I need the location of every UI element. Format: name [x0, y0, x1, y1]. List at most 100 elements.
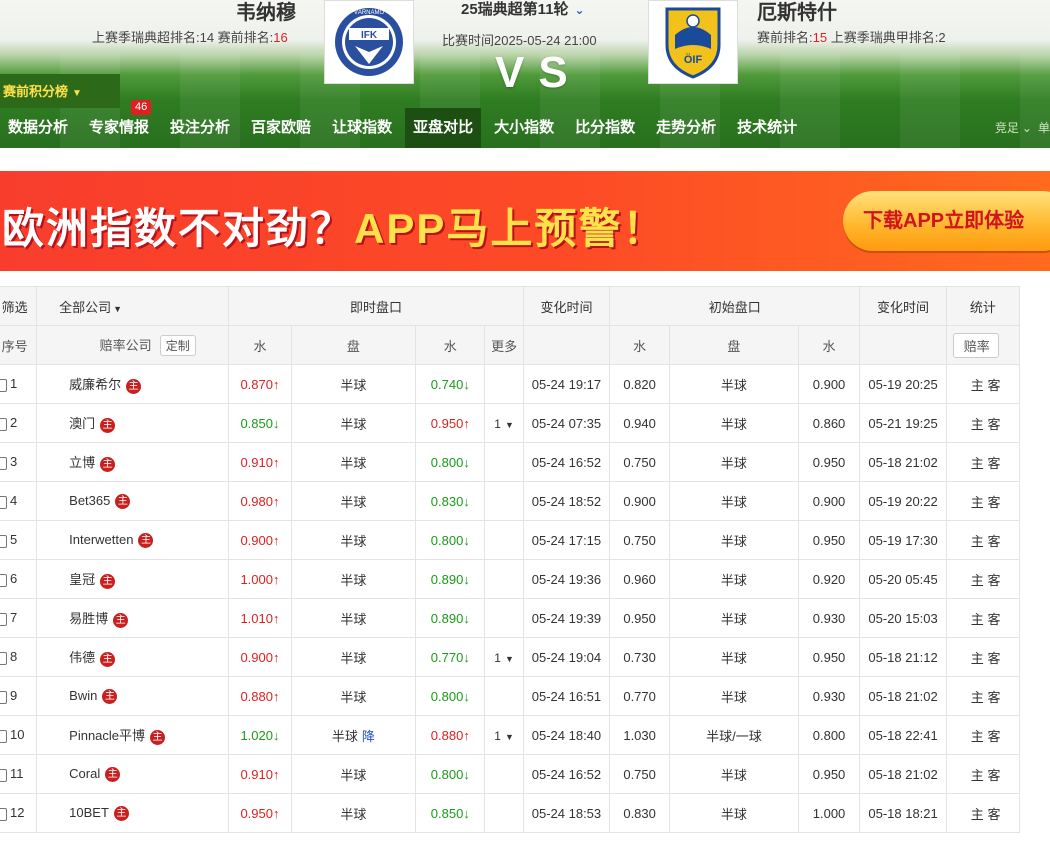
row-checkbox[interactable]	[0, 378, 7, 392]
live-change-time[interactable]: 05-24 17:15	[532, 533, 601, 548]
download-app-button[interactable]: 下载APP立即体验	[843, 191, 1050, 251]
live-change-time[interactable]: 05-24 19:39	[532, 611, 601, 626]
away-stats-link[interactable]: 客	[987, 573, 1000, 588]
init-change-time[interactable]: 05-18 21:02	[868, 767, 937, 782]
live-change-time[interactable]: 05-24 19:36	[532, 572, 601, 587]
home-stats-link[interactable]: 主	[971, 417, 984, 432]
live-home-water[interactable]: 0.950↑	[240, 806, 279, 821]
row-checkbox[interactable]	[0, 456, 7, 470]
home-stats-link[interactable]: 主	[971, 729, 984, 744]
away-stats-link[interactable]: 客	[987, 690, 1000, 705]
nav-tab-7[interactable]: 比分指数	[567, 108, 643, 148]
live-home-water[interactable]: 0.910↑	[240, 767, 279, 782]
nav-tab-2[interactable]: 投注分析	[162, 108, 238, 148]
app-promo-banner[interactable]: 欧洲指数不对劲？APP马上预警！ 下载APP立即体验	[0, 171, 1050, 271]
nav-tab-9[interactable]: 技术统计	[729, 108, 805, 148]
live-change-time[interactable]: 05-24 16:51	[532, 689, 601, 704]
more-dropdown[interactable]: 1 ▼	[494, 417, 514, 431]
row-checkbox[interactable]	[0, 807, 7, 821]
odds-stats-button[interactable]: 赔率	[952, 332, 999, 358]
live-home-water[interactable]: 1.020↓	[240, 728, 279, 743]
jingzu-link[interactable]: 竞足	[995, 121, 1019, 135]
home-stats-link[interactable]: 主	[971, 495, 984, 510]
nav-tab-0[interactable]: 数据分析	[0, 108, 76, 148]
nav-tab-4[interactable]: 让球指数	[324, 108, 400, 148]
live-away-water[interactable]: 0.950↑	[431, 416, 470, 431]
live-away-water[interactable]: 0.800↓	[431, 455, 470, 470]
company-filter-dropdown[interactable]: 全部公司 ▼	[59, 300, 122, 315]
away-stats-link[interactable]: 客	[987, 456, 1000, 471]
company-name[interactable]: 易胜博	[69, 611, 108, 626]
row-checkbox[interactable]	[0, 612, 7, 626]
live-away-water[interactable]: 0.880↑	[431, 728, 470, 743]
home-stats-link[interactable]: 主	[971, 690, 984, 705]
live-home-water[interactable]: 0.900↑	[240, 533, 279, 548]
init-change-time[interactable]: 05-19 20:25	[868, 377, 937, 392]
live-away-water[interactable]: 0.740↓	[431, 377, 470, 392]
company-name[interactable]: Pinnacle平博	[69, 728, 145, 743]
live-home-water[interactable]: 0.850↓	[240, 416, 279, 431]
init-change-time[interactable]: 05-19 20:22	[868, 494, 937, 509]
nav-tab-5[interactable]: 亚盘对比	[405, 108, 482, 148]
row-checkbox[interactable]	[0, 729, 7, 743]
live-change-time[interactable]: 05-24 07:35	[532, 416, 601, 431]
init-change-time[interactable]: 05-18 21:02	[868, 455, 937, 470]
live-home-water[interactable]: 0.900↑	[240, 650, 279, 665]
home-stats-link[interactable]: 主	[971, 768, 984, 783]
company-name[interactable]: Bwin	[69, 688, 97, 703]
away-stats-link[interactable]: 客	[987, 651, 1000, 666]
live-change-time[interactable]: 05-24 19:17	[532, 377, 601, 392]
live-away-water[interactable]: 0.800↓	[431, 767, 470, 782]
live-away-water[interactable]: 0.800↓	[431, 689, 470, 704]
live-home-water[interactable]: 1.010↑	[240, 611, 279, 626]
company-name[interactable]: 10BET	[69, 805, 109, 820]
row-checkbox[interactable]	[0, 690, 7, 704]
live-change-time[interactable]: 05-24 18:53	[532, 806, 601, 821]
nav-tab-8[interactable]: 走势分析	[648, 108, 724, 148]
row-checkbox[interactable]	[0, 573, 7, 587]
live-home-water[interactable]: 1.000↑	[240, 572, 279, 587]
live-home-water[interactable]: 0.880↑	[240, 689, 279, 704]
live-away-water[interactable]: 0.850↓	[431, 806, 470, 821]
away-team-name[interactable]: 厄斯特什	[757, 0, 837, 25]
away-stats-link[interactable]: 客	[987, 612, 1000, 627]
live-away-water[interactable]: 0.770↓	[431, 650, 470, 665]
home-team-name[interactable]: 韦纳穆	[236, 0, 296, 25]
live-home-water[interactable]: 0.980↑	[240, 494, 279, 509]
company-name[interactable]: 立博	[69, 455, 95, 470]
live-away-water[interactable]: 0.890↓	[431, 611, 470, 626]
away-stats-link[interactable]: 客	[987, 417, 1000, 432]
live-home-water[interactable]: 0.910↑	[240, 455, 279, 470]
away-stats-link[interactable]: 客	[987, 534, 1000, 549]
company-name[interactable]: 威廉希尔	[69, 377, 121, 392]
company-name[interactable]: Coral	[69, 766, 100, 781]
away-stats-link[interactable]: 客	[987, 495, 1000, 510]
company-name[interactable]: Interwetten	[69, 532, 133, 547]
away-stats-link[interactable]: 客	[987, 378, 1000, 393]
nav-tab-3[interactable]: 百家欧赔	[243, 108, 319, 148]
away-team-logo[interactable]: ÖIF	[648, 0, 738, 84]
away-stats-link[interactable]: 客	[987, 768, 1000, 783]
init-change-time[interactable]: 05-20 05:45	[868, 572, 937, 587]
nav-tab-1[interactable]: 专家情报 46	[81, 100, 157, 148]
row-checkbox[interactable]	[0, 534, 7, 548]
live-away-water[interactable]: 0.800↓	[431, 533, 470, 548]
live-change-time[interactable]: 05-24 16:52	[532, 455, 601, 470]
home-stats-link[interactable]: 主	[971, 534, 984, 549]
company-name[interactable]: 皇冠	[69, 572, 95, 587]
live-away-water[interactable]: 0.830↓	[431, 494, 470, 509]
home-team-logo[interactable]: IFK VÄRNAMO	[324, 0, 414, 84]
away-stats-link[interactable]: 客	[987, 729, 1000, 744]
home-stats-link[interactable]: 主	[971, 573, 984, 588]
dan-link[interactable]: 单	[1038, 121, 1050, 135]
nav-tab-6[interactable]: 大小指数	[486, 108, 562, 148]
init-change-time[interactable]: 05-20 15:03	[868, 611, 937, 626]
row-checkbox[interactable]	[0, 417, 7, 431]
home-stats-link[interactable]: 主	[971, 378, 984, 393]
init-change-time[interactable]: 05-18 21:12	[868, 650, 937, 665]
league-round-selector[interactable]: 25瑞典超第11轮 ⌄	[461, 0, 585, 19]
home-stats-link[interactable]: 主	[971, 651, 984, 666]
row-checkbox[interactable]	[0, 768, 7, 782]
init-change-time[interactable]: 05-18 21:02	[868, 689, 937, 704]
init-change-time[interactable]: 05-19 17:30	[868, 533, 937, 548]
